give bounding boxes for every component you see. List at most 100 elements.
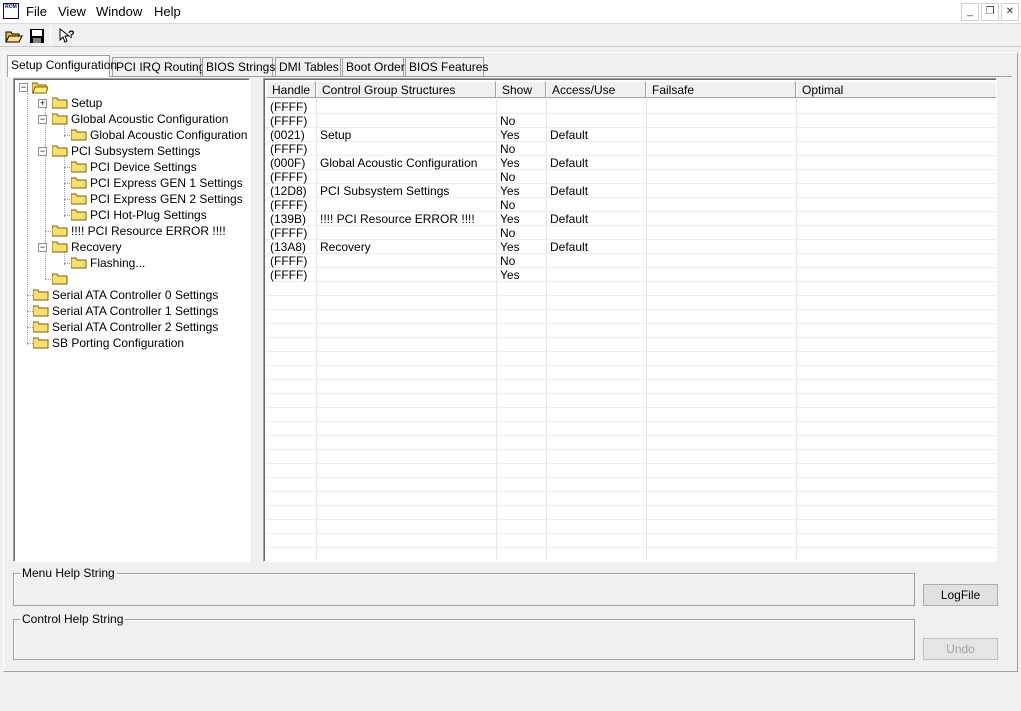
cell-failsafe[interactable] <box>646 142 796 156</box>
table-row[interactable]: (12D8) PCI Subsystem Settings Yes Default <box>266 184 996 198</box>
tree-item-recovery[interactable]: Recovery <box>52 239 249 255</box>
column-header-handle[interactable]: Handle <box>266 81 316 98</box>
cell-access-use[interactable] <box>546 226 646 240</box>
cell-failsafe[interactable] <box>646 240 796 254</box>
cell-access-use[interactable] <box>546 198 646 212</box>
cell-optimal[interactable] <box>796 226 996 240</box>
cell-optimal[interactable] <box>796 170 996 184</box>
table-row[interactable]: (FFFF) No <box>266 142 996 156</box>
cell-show[interactable]: Yes <box>496 184 546 198</box>
cell-optimal[interactable] <box>796 128 996 142</box>
cell-handle[interactable]: (0021) <box>266 128 316 142</box>
cell-control-group[interactable] <box>316 170 496 184</box>
collapse-toggle[interactable]: − <box>38 243 47 252</box>
cell-optimal[interactable] <box>796 198 996 212</box>
context-help-button[interactable]: ? <box>56 26 76 46</box>
tab-boot-order[interactable]: Boot Order <box>342 57 405 76</box>
tree-root[interactable] <box>32 80 56 96</box>
tree-item-sata2[interactable]: Serial ATA Controller 2 Settings <box>33 319 248 335</box>
cell-optimal[interactable] <box>796 156 996 170</box>
tree-item-pci-device[interactable]: PCI Device Settings <box>71 159 249 175</box>
cell-control-group[interactable]: Global Acoustic Configuration <box>316 156 496 170</box>
cell-handle[interactable]: (FFFF) <box>266 114 316 128</box>
cell-handle[interactable]: (FFFF) <box>266 198 316 212</box>
tree-item-pci-hot-plug[interactable]: PCI Hot-Plug Settings <box>71 207 249 223</box>
cell-failsafe[interactable] <box>646 128 796 142</box>
cell-handle[interactable]: (FFFF) <box>266 226 316 240</box>
cell-optimal[interactable] <box>796 114 996 128</box>
tree-item-flashing[interactable]: Flashing... <box>71 255 249 271</box>
cell-failsafe[interactable] <box>646 226 796 240</box>
cell-show[interactable]: No <box>496 114 546 128</box>
cell-access-use[interactable]: Default <box>546 212 646 226</box>
cell-access-use[interactable]: Default <box>546 240 646 254</box>
cell-optimal[interactable] <box>796 240 996 254</box>
column-header-access-use[interactable]: Access/Use <box>546 81 646 98</box>
expand-toggle[interactable]: + <box>38 99 47 108</box>
tree-item-pci-resource-error[interactable]: !!!! PCI Resource ERROR !!!! <box>52 223 249 239</box>
cell-handle[interactable]: (FFFF) <box>266 142 316 156</box>
tree-item-sata0[interactable]: Serial ATA Controller 0 Settings <box>33 287 248 303</box>
cell-show[interactable]: Yes <box>496 128 546 142</box>
cell-show[interactable]: No <box>496 226 546 240</box>
tree-item-sata1[interactable]: Serial ATA Controller 1 Settings <box>33 303 248 319</box>
app-icon[interactable]: ROM <box>3 3 19 19</box>
cell-failsafe[interactable] <box>646 170 796 184</box>
save-button[interactable] <box>27 26 47 46</box>
column-header-failsafe[interactable]: Failsafe <box>646 81 796 98</box>
table-row[interactable]: (000F) Global Acoustic Configuration Yes De… <box>266 156 996 170</box>
column-header-optimal[interactable]: Optimal <box>796 81 996 98</box>
cell-show[interactable]: No <box>496 198 546 212</box>
tree-item-global-acoustic-child[interactable]: Global Acoustic Configuration <box>71 127 249 143</box>
cell-failsafe[interactable] <box>646 114 796 128</box>
setup-tree[interactable]: − + Setup − Global Acoustic Configuratio… <box>13 78 250 562</box>
cell-handle[interactable]: (FFFF) <box>266 100 316 114</box>
cell-access-use[interactable]: Default <box>546 156 646 170</box>
column-header-control-group[interactable]: Control Group Structures <box>316 81 496 98</box>
table-row[interactable]: (139B)!!!! PCI Resource ERROR !!!! Yes Def… <box>266 212 996 226</box>
cell-access-use[interactable] <box>546 254 646 268</box>
open-button[interactable] <box>4 26 24 46</box>
close-button[interactable]: ✕ <box>1001 3 1019 21</box>
cell-failsafe[interactable] <box>646 268 796 282</box>
cell-show[interactable]: Yes <box>496 212 546 226</box>
cell-show[interactable]: No <box>496 142 546 156</box>
table-row[interactable]: (13A8) Recovery Yes Default <box>266 240 996 254</box>
cell-optimal[interactable] <box>796 254 996 268</box>
tree-item-global-acoustic[interactable]: Global Acoustic Configuration <box>52 111 249 127</box>
tab-bios-features[interactable]: BIOS Features <box>405 57 488 76</box>
table-row[interactable]: (FFFF) <box>266 100 996 114</box>
cell-access-use[interactable] <box>546 170 646 184</box>
cell-access-use[interactable] <box>546 100 646 114</box>
control-grid[interactable]: Handle Control Group Structures Show Acc… <box>263 78 997 562</box>
table-row[interactable]: (FFFF) No <box>266 114 996 128</box>
cell-control-group[interactable] <box>316 226 496 240</box>
cell-show[interactable]: Yes <box>496 240 546 254</box>
menu-view[interactable]: View <box>58 4 86 19</box>
cell-failsafe[interactable] <box>646 156 796 170</box>
cell-control-group[interactable]: !!!! PCI Resource ERROR !!!! <box>316 212 496 226</box>
cell-show[interactable]: No <box>496 170 546 184</box>
cell-failsafe[interactable] <box>646 100 796 114</box>
cell-handle[interactable]: (000F) <box>266 156 316 170</box>
tree-item-pci-subsystem[interactable]: PCI Subsystem Settings <box>52 143 249 159</box>
cell-failsafe[interactable] <box>646 184 796 198</box>
tree-item-sb-porting[interactable]: SB Porting Configuration <box>33 335 248 351</box>
cell-control-group[interactable]: PCI Subsystem Settings <box>316 184 496 198</box>
table-row[interactable]: (FFFF) Yes <box>266 268 996 282</box>
undo-button[interactable]: Undo <box>923 638 998 660</box>
tab-bios-strings[interactable]: BIOS Strings <box>202 57 275 76</box>
tree-item-pci-express-gen1[interactable]: PCI Express GEN 1 Settings <box>71 175 249 191</box>
cell-access-use[interactable] <box>546 268 646 282</box>
cell-handle[interactable]: (12D8) <box>266 184 316 198</box>
cell-access-use[interactable]: Default <box>546 184 646 198</box>
cell-control-group[interactable]: Recovery <box>316 240 496 254</box>
cell-control-group[interactable] <box>316 114 496 128</box>
tree-item-unnamed[interactable] <box>52 271 76 287</box>
cell-access-use[interactable]: Default <box>546 128 646 142</box>
cell-access-use[interactable] <box>546 142 646 156</box>
restore-button[interactable]: ❐ <box>981 3 999 21</box>
cell-show[interactable] <box>496 100 546 114</box>
menu-window[interactable]: Window <box>96 4 142 19</box>
cell-handle[interactable]: (FFFF) <box>266 170 316 184</box>
